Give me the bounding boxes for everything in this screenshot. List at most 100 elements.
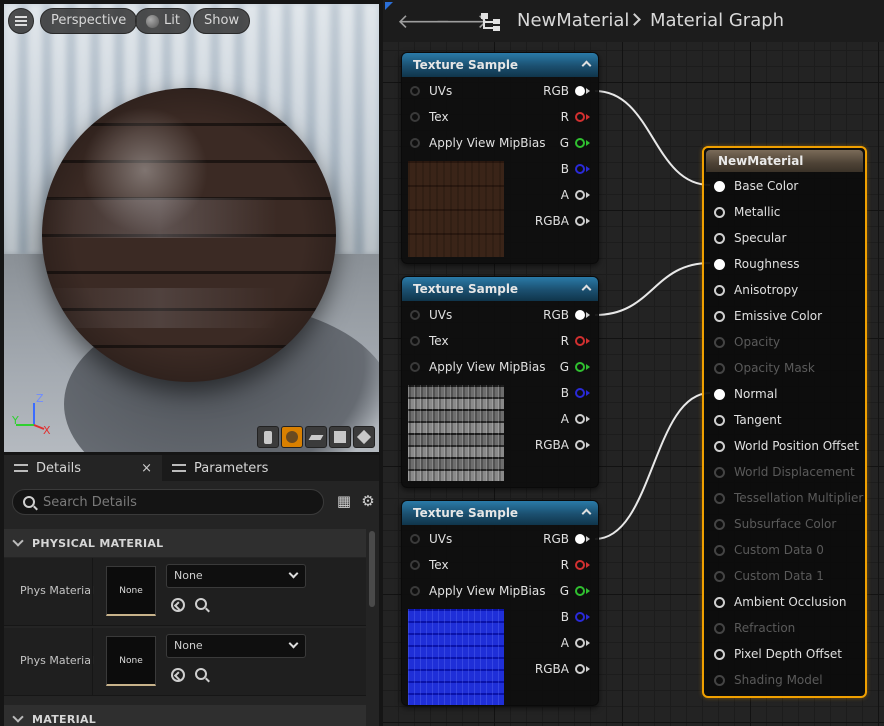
arrow-icon (586, 140, 590, 146)
output-pin-rgba[interactable]: RGBA (535, 662, 590, 676)
input-pin[interactable]: Pixel Depth Offset (714, 647, 842, 661)
input-pin[interactable]: Opacity Mask (714, 361, 815, 375)
gear-icon[interactable]: ⚙ (360, 493, 376, 509)
asset-thumbnail[interactable]: None (106, 636, 156, 686)
output-pin-a[interactable]: A (561, 188, 590, 202)
input-pin-mipbias[interactable]: Apply View MipBias (410, 360, 545, 374)
input-pin-uvs[interactable]: UVs (410, 308, 452, 322)
search-input[interactable] (43, 494, 303, 510)
pin-icon (410, 112, 420, 122)
output-pin-b[interactable]: B (561, 386, 590, 400)
cube-preview-button[interactable] (329, 426, 351, 448)
node-header[interactable]: Texture Sample (402, 53, 598, 77)
node-header[interactable]: Texture Sample (402, 501, 598, 525)
output-pin-g[interactable]: G (560, 136, 590, 150)
input-pin[interactable]: Subsurface Color (714, 517, 836, 531)
input-pin[interactable]: Normal (714, 387, 777, 401)
browse-icon[interactable] (195, 598, 207, 610)
output-pin-r[interactable]: R (561, 334, 590, 348)
sphere-preview-button[interactable] (281, 426, 303, 448)
input-pin[interactable]: Opacity (714, 335, 780, 349)
use-selected-icon[interactable] (171, 668, 185, 682)
asset-picker-combo[interactable]: None (166, 634, 306, 658)
output-pin-rgb[interactable]: RGB (543, 308, 590, 322)
lit-button[interactable]: Lit (135, 8, 191, 34)
input-pin-mipbias[interactable]: Apply View MipBias (410, 136, 545, 150)
input-pin-uvs[interactable]: UVs (410, 84, 452, 98)
input-pin[interactable]: World Displacement (714, 465, 855, 479)
material-result-node[interactable]: NewMaterial Base Color Metallic Specular Ro… (702, 146, 867, 698)
input-pin-uvs[interactable]: UVs (410, 532, 452, 546)
pin-label: Emissive Color (734, 309, 823, 323)
input-pin[interactable]: World Position Offset (714, 439, 859, 453)
input-pin[interactable]: Tessellation Multiplier (714, 491, 863, 505)
input-pin[interactable]: Tangent (714, 413, 782, 427)
show-button[interactable]: Show (193, 8, 251, 34)
asset-thumbnail[interactable]: None (106, 566, 156, 616)
node-header[interactable]: Texture Sample (402, 277, 598, 301)
output-pin-r[interactable]: R (561, 558, 590, 572)
tab-parameters[interactable]: Parameters (162, 455, 278, 481)
pin-icon (575, 638, 585, 648)
input-pin[interactable]: Refraction (714, 621, 795, 635)
chevron-up-icon[interactable] (581, 60, 592, 71)
pin-label: B (560, 162, 569, 176)
input-pin[interactable]: Shading Model (714, 673, 823, 687)
custom-mesh-preview-button[interactable] (353, 426, 375, 448)
input-pin[interactable]: Emissive Color (714, 309, 822, 323)
node-header[interactable]: NewMaterial (706, 150, 863, 172)
output-pin-g[interactable]: G (560, 360, 590, 374)
texture-sample-node[interactable]: Texture Sample UVs Tex Apply View MipBia… (401, 52, 599, 264)
details-scrollbar[interactable] (369, 531, 375, 607)
input-pin-mipbias[interactable]: Apply View MipBias (410, 584, 545, 598)
preview-viewport[interactable]: Perspective Lit Show Z Y X (4, 4, 379, 452)
pin-label: G (559, 584, 569, 598)
output-pin-a[interactable]: A (561, 412, 590, 426)
pin-label: RGBA (534, 214, 569, 228)
browse-icon[interactable] (195, 668, 207, 680)
output-pin-rgb[interactable]: RGB (543, 532, 590, 546)
cylinder-preview-button[interactable] (257, 426, 279, 448)
section-material[interactable]: MATERIAL (4, 705, 366, 726)
input-pin-tex[interactable]: Tex (410, 110, 449, 124)
chevron-up-icon[interactable] (581, 508, 592, 519)
input-pin[interactable]: Ambient Occlusion (714, 595, 846, 609)
input-pin[interactable]: Metallic (714, 205, 780, 219)
texture-sample-node[interactable]: Texture Sample UVs Tex Apply View MipBia… (401, 276, 599, 488)
input-pin[interactable]: Roughness (714, 257, 799, 271)
material-graph[interactable]: 🡐 🡒 NewMaterial Material Graph Texture S… (383, 0, 884, 726)
pin-icon (714, 232, 725, 244)
output-pin-rgba[interactable]: RGBA (535, 438, 590, 452)
input-pin-tex[interactable]: Tex (410, 334, 449, 348)
perspective-button[interactable]: Perspective (40, 8, 138, 34)
pin-icon (575, 310, 585, 320)
output-pin-rgba[interactable]: RGBA (535, 214, 590, 228)
table-view-icon[interactable]: ▦ (336, 493, 352, 509)
output-pin-r[interactable]: R (561, 110, 590, 124)
input-pin[interactable]: Base Color (714, 179, 798, 193)
preview-sphere (42, 88, 336, 382)
input-pin[interactable]: Specular (714, 231, 786, 245)
input-pin-tex[interactable]: Tex (410, 558, 449, 572)
use-selected-icon[interactable] (171, 598, 185, 612)
search-box[interactable] (12, 489, 324, 515)
section-physical-material[interactable]: PHYSICAL MATERIAL (4, 529, 366, 557)
chevron-up-icon[interactable] (581, 284, 592, 295)
output-pin-b[interactable]: B (561, 162, 590, 176)
node-title: NewMaterial (718, 154, 804, 168)
viewport-menu-button[interactable] (8, 8, 34, 34)
texture-sample-node[interactable]: Texture Sample UVs Tex Apply View MipBia… (401, 500, 599, 706)
output-pin-rgb[interactable]: RGB (543, 84, 590, 98)
input-pin[interactable]: Anisotropy (714, 283, 798, 297)
pin-label: Tangent (734, 413, 782, 427)
input-pin[interactable]: Custom Data 0 (714, 543, 824, 557)
asset-picker-combo[interactable]: None (166, 564, 306, 588)
output-pin-g[interactable]: G (560, 584, 590, 598)
pin-label: R (560, 110, 569, 124)
input-pin[interactable]: Custom Data 1 (714, 569, 824, 583)
output-pin-a[interactable]: A (561, 636, 590, 650)
tab-details[interactable]: Details × (4, 455, 162, 481)
close-icon[interactable]: × (141, 461, 152, 476)
output-pin-b[interactable]: B (561, 610, 590, 624)
plane-preview-button[interactable] (305, 426, 327, 448)
